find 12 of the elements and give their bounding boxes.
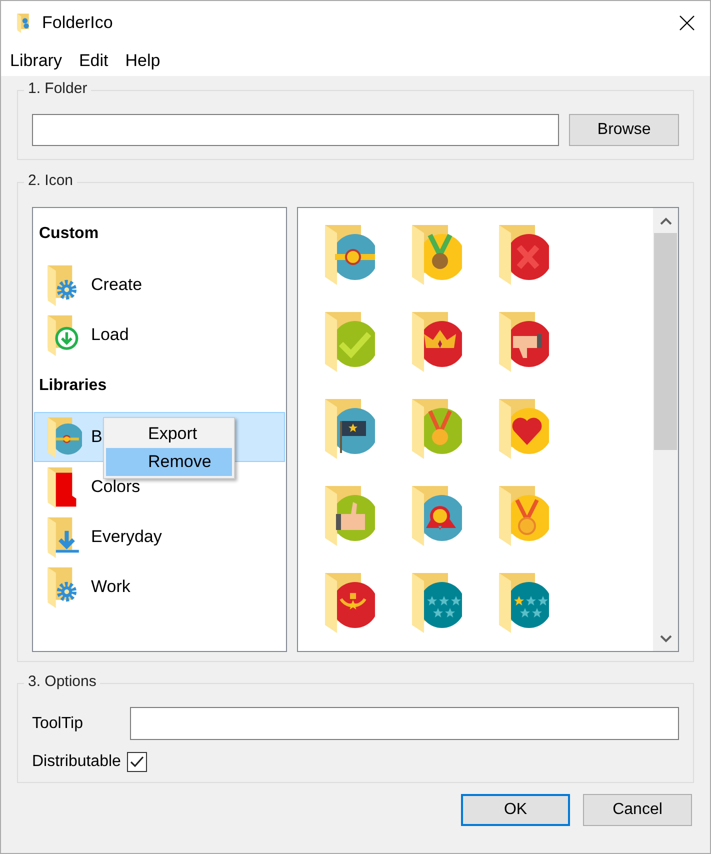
item-label: Everyday: [91, 526, 162, 548]
section-heading: Libraries: [39, 377, 107, 394]
field-label: ToolTip: [32, 714, 84, 734]
item-label: B: [91, 426, 102, 448]
section-heading: Custom: [39, 225, 99, 242]
group-label: 3. Options: [24, 672, 100, 692]
item-label: Create: [91, 274, 142, 296]
item-label: Load: [91, 324, 129, 346]
item-label: Work: [91, 576, 130, 598]
window-title: FolderIco: [42, 12, 114, 34]
checkbox-label: Distributable: [32, 752, 121, 772]
item-label: Colors: [91, 476, 140, 498]
